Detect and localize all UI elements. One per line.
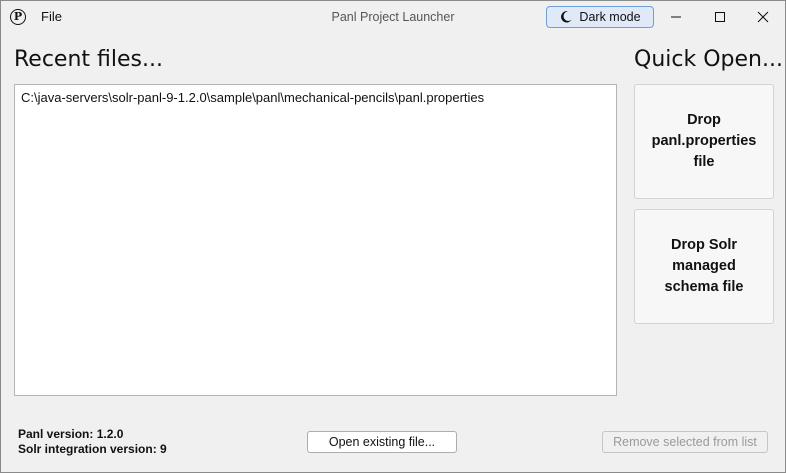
quick-open-heading: Quick Open... xyxy=(634,47,783,72)
remove-selected-button[interactable]: Remove selected from list xyxy=(602,431,768,453)
drop-properties-label: Drop panl.properties file xyxy=(651,112,757,170)
title-bar: P File Panl Project Launcher Dark mode xyxy=(1,1,785,33)
moon-icon xyxy=(561,11,573,23)
drop-schema-zone[interactable]: Drop Solr managed schema file xyxy=(634,209,774,324)
open-existing-file-button[interactable]: Open existing file... xyxy=(307,431,457,453)
close-icon xyxy=(757,11,769,23)
minimize-button[interactable] xyxy=(655,1,697,33)
close-button[interactable] xyxy=(742,1,784,33)
app-window: P File Panl Project Launcher Dark mode R… xyxy=(0,0,786,473)
recent-files-list[interactable]: C:\java-servers\solr-panl-9-1.2.0\sample… xyxy=(14,84,617,396)
panl-version: Panl version: 1.2.0 xyxy=(18,427,124,441)
drop-properties-zone[interactable]: Drop panl.properties file xyxy=(634,84,774,199)
solr-version: Solr integration version: 9 xyxy=(18,442,167,456)
list-item[interactable]: C:\java-servers\solr-panl-9-1.2.0\sample… xyxy=(15,85,616,110)
recent-files-heading: Recent files... xyxy=(14,47,163,72)
maximize-icon xyxy=(715,12,725,22)
dark-mode-button[interactable]: Dark mode xyxy=(546,6,654,28)
drop-schema-label: Drop Solr managed schema file xyxy=(664,237,744,295)
maximize-button[interactable] xyxy=(699,1,741,33)
minimize-icon xyxy=(671,16,681,18)
dark-mode-label: Dark mode xyxy=(579,10,641,24)
version-info: Panl version: 1.2.0 Solr integration ver… xyxy=(18,427,167,457)
